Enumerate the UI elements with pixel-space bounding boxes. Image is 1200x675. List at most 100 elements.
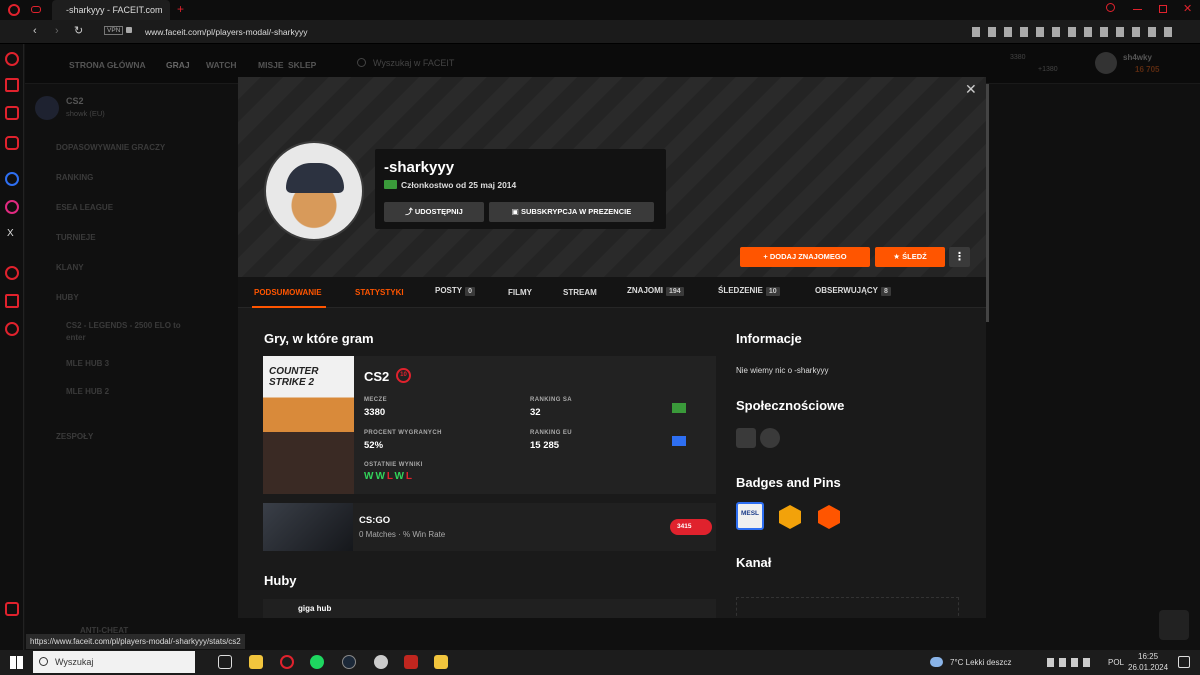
nav-missions[interactable]: MISJE [258, 60, 284, 70]
reload-icon[interactable]: ↻ [74, 24, 83, 37]
follow-label: ŚLEDŹ [902, 252, 927, 261]
gift-subscription-button[interactable]: ▣ SUBSKRYPCJA W PREZENCIE [489, 202, 654, 222]
x-twitter-icon[interactable]: X [7, 228, 14, 239]
aria-icon[interactable] [5, 602, 19, 616]
sidebar-hubs[interactable]: HUBY [56, 293, 79, 302]
sidebar-hub-mle3[interactable]: MLE HUB 3 [66, 359, 109, 368]
user-avatar[interactable] [1095, 52, 1117, 74]
weather-text[interactable]: 7°C Lekki deszcz [950, 658, 1011, 667]
sidebar-clans[interactable]: KLANY [56, 263, 84, 272]
instagram-icon[interactable] [5, 136, 19, 150]
forward-icon[interactable]: › [55, 25, 59, 37]
maximize-icon[interactable] [1159, 5, 1167, 13]
messenger-blue-icon[interactable] [5, 172, 19, 186]
back-icon[interactable]: ‹ [33, 25, 37, 37]
file-explorer-icon[interactable] [249, 655, 263, 669]
tab-followers[interactable]: OBSERWUJĄCY 8 [815, 286, 891, 296]
language[interactable]: POL [1108, 658, 1124, 667]
sidebar-ranking[interactable]: RANKING [56, 173, 93, 182]
scrollbar[interactable] [986, 84, 989, 322]
avatar [264, 141, 364, 241]
vpn-badge[interactable]: VPN [104, 26, 124, 35]
sidebar-matchmaking[interactable]: DOPASOWYWANIE GRACZY [56, 143, 165, 152]
browser-tab[interactable]: -sharkyyy - FACEIT.com [52, 0, 170, 20]
faceit-taskbar-icon[interactable] [434, 655, 448, 669]
settings-icon[interactable] [5, 322, 19, 336]
user-name[interactable]: sh4wky [1123, 53, 1152, 62]
sidebar-teams[interactable]: ZESPOŁY [56, 432, 93, 441]
obs-icon[interactable] [374, 655, 388, 669]
sidebar-game-logo[interactable] [35, 96, 59, 120]
chat-button[interactable] [1159, 610, 1189, 640]
opera-logo-icon[interactable] [8, 4, 20, 16]
gift-icon: ▣ [511, 207, 521, 216]
sidebar-game: CS2 [66, 96, 84, 106]
kebab-icon: ⋮ [954, 251, 965, 263]
game-icon[interactable] [404, 655, 418, 669]
notification-icon[interactable] [1178, 656, 1190, 668]
tab-friends[interactable]: ZNAJOMI 194 [627, 286, 684, 296]
csgo-elo-badge: 3415 [670, 519, 712, 535]
weather-icon [930, 657, 943, 667]
add-friend-button[interactable]: + DODAJ ZNAJOMEGO [740, 247, 870, 267]
sidebar-tournaments[interactable]: TURNIEJE [56, 233, 96, 242]
url-text[interactable]: www.faceit.com/pl/players-modal/-sharkyy… [145, 27, 308, 37]
hub-item[interactable]: giga hub [263, 599, 716, 618]
nav-home[interactable]: STRONA GŁÓWNA [69, 60, 146, 70]
minimize-icon[interactable] [1133, 9, 1142, 10]
history-icon[interactable] [5, 266, 19, 280]
follow-button[interactable]: ★ ŚLEDŹ [875, 247, 945, 267]
clock-time[interactable]: 16:25 [1138, 652, 1158, 661]
messenger-icon[interactable] [5, 106, 19, 120]
tab-stats[interactable]: STATYSTYKI [355, 288, 404, 297]
more-options-button[interactable]: ⋮ [949, 247, 970, 267]
search-tabs-icon[interactable] [1106, 3, 1115, 12]
taskbar-search-text: Wyszukaj [55, 657, 94, 667]
twitch-icon[interactable] [736, 428, 756, 448]
spotify-icon[interactable] [310, 655, 324, 669]
steam-icon[interactable] [760, 428, 780, 448]
tab-summary[interactable]: PODSUMOWANIE [254, 288, 322, 297]
sidebar-esea[interactable]: ESEA LEAGUE [56, 203, 113, 212]
cs2-card[interactable]: COUNTER STRIKE 2 CS2 10 MECZE 3380 RANKI… [263, 356, 716, 494]
close-window-icon[interactable]: ✕ [1183, 2, 1192, 15]
browser-tab-bar: + ✕ [0, 0, 1200, 20]
share-button[interactable]: ⤴ UDOSTĘPNIJ [384, 202, 484, 222]
matches-value: 3380 [364, 407, 386, 418]
tab-videos[interactable]: FILMY [508, 288, 532, 297]
sidebar-hub-legends[interactable]: CS2 - LEGENDS - 2500 ELO to enter [66, 320, 186, 344]
result-5: L [405, 471, 415, 482]
windows-start-icon[interactable] [10, 656, 23, 669]
games-title: Gry, w które gram [264, 331, 374, 346]
taskbar-search[interactable]: Wyszukaj [33, 651, 195, 673]
nav-play[interactable]: GRAJ [166, 60, 190, 70]
extension-icons[interactable] [972, 27, 1172, 37]
opera-taskbar-icon[interactable] [280, 655, 294, 669]
tab-stream[interactable]: STREAM [563, 288, 597, 297]
cube-icon[interactable] [5, 294, 19, 308]
tab-posts[interactable]: POSTY 0 [435, 286, 476, 296]
add-tab-icon[interactable]: + [177, 2, 184, 16]
gamepad-icon[interactable] [31, 6, 41, 13]
task-view-icon[interactable] [218, 655, 232, 669]
sidebar-hub-mle2[interactable]: MLE HUB 2 [66, 387, 109, 396]
instagram-pink-icon[interactable] [5, 200, 19, 214]
nav-shop[interactable]: SKLEP [288, 60, 316, 70]
tab-following[interactable]: ŚLEDZENIE 10 [718, 286, 780, 296]
faceit-search-input[interactable]: Wyszukaj w FACEIT [373, 58, 454, 68]
bag-icon[interactable] [5, 78, 19, 92]
tray-icons[interactable] [1047, 658, 1095, 667]
close-icon[interactable]: ✕ [965, 81, 977, 98]
tab-title: -sharkyyy - FACEIT.com [66, 5, 163, 15]
csgo-card[interactable]: CS:GO 0 Matches · % Win Rate 3415 [263, 503, 716, 551]
speed-dial-icon[interactable] [5, 52, 19, 66]
steam-taskbar-icon[interactable] [342, 655, 356, 669]
add-friend-label: DODAJ ZNAJOMEGO [769, 252, 847, 261]
tab-followers-count: 8 [880, 287, 891, 296]
channel-box [736, 597, 959, 618]
clock-date[interactable]: 26.01.2024 [1128, 663, 1168, 672]
nav-watch[interactable]: WATCH [206, 60, 237, 70]
csgo-name: CS:GO [359, 515, 391, 526]
status-url: https://www.faceit.com/pl/players-modal/… [26, 634, 245, 649]
ranking-eu-label: RANKING EU [530, 430, 573, 436]
